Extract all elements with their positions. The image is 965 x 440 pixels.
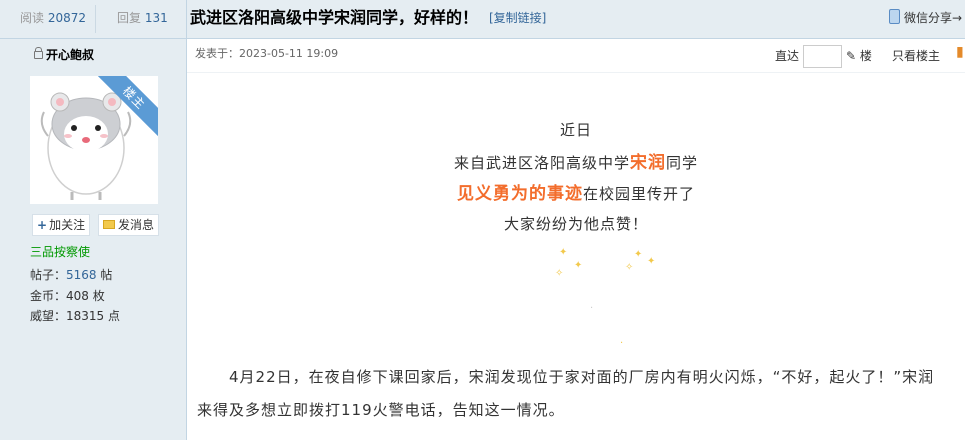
- post-line-2: 来自武进区洛阳高级中学宋润同学: [187, 148, 965, 173]
- highlight-deed: 见义勇为的事迹: [456, 184, 583, 204]
- sparkle-icon: ✦: [634, 249, 643, 260]
- post-text: 同学: [666, 154, 699, 172]
- divider: [187, 72, 965, 73]
- pen-icon: ✎: [846, 49, 857, 63]
- author-name: 开心鲍叔: [46, 48, 95, 62]
- stat-gold: 金币：408 枚: [30, 287, 105, 304]
- envelope-icon: [103, 220, 115, 229]
- sparkle-icon: ✧: [625, 262, 634, 273]
- stat-value: 18315: [66, 309, 105, 323]
- author-name-link[interactable]: 开心鲍叔: [34, 46, 94, 63]
- only-op-link[interactable]: 只看楼主: [892, 47, 940, 64]
- sparkle-icon: ✧: [555, 268, 564, 279]
- post-text: 来自武进区洛阳高级中学: [453, 154, 630, 172]
- copy-link-button[interactable]: [复制链接]: [489, 0, 546, 38]
- message-label: 发消息: [118, 218, 155, 232]
- stat-unit: 帖: [96, 268, 113, 282]
- message-button[interactable]: 发消息: [98, 214, 160, 236]
- post-line-4: 大家纷纷为他点赞！: [503, 215, 648, 233]
- views-label: 阅读: [20, 11, 45, 25]
- view-count: 阅读 20872: [20, 0, 86, 38]
- phone-icon: [889, 9, 900, 24]
- stat-posts: 帖子：5168 帖: [30, 266, 112, 283]
- stat-label: 威望：: [30, 309, 67, 323]
- stat-unit: 点: [104, 309, 121, 323]
- stat-value[interactable]: 5168: [66, 268, 97, 282]
- post-line-1: 近日: [559, 121, 592, 139]
- stat-prestige: 威望：18315 点: [30, 307, 120, 324]
- divider: [95, 5, 96, 33]
- sparkle-icon: ✦: [574, 260, 583, 271]
- user-rank[interactable]: 三品按察使: [30, 243, 90, 260]
- replies-number: 131: [144, 11, 168, 25]
- post-date: 发表于：2023-05-11 19:09: [195, 47, 339, 60]
- sparkle-icon: ✦: [647, 256, 656, 267]
- share-label: 微信分享→: [904, 11, 963, 25]
- avatar[interactable]: 楼主: [30, 76, 158, 204]
- author-sidebar: 开心鲍叔 楼主 + 加关注 发消息 三品按察使 帖子：5168 帖 金币：408…: [0, 39, 187, 440]
- post-text: 在校园里传开了: [582, 185, 695, 203]
- post-paragraph-1: 4月22日，在夜自修下课回家后，宋润发现位于家对面的厂房内有明火闪烁，“不好，起…: [229, 368, 935, 386]
- lock-icon: [34, 47, 43, 59]
- plus-icon: +: [37, 218, 48, 232]
- replies-label: 回复: [117, 11, 142, 25]
- sparkle-icon: ✦: [559, 247, 568, 258]
- post-line-3: 见义勇为的事迹在校园里传开了: [187, 179, 965, 204]
- divider: [186, 0, 187, 38]
- floor-label: 楼: [859, 49, 872, 63]
- stat-label: 金币：: [30, 289, 67, 303]
- follow-button[interactable]: + 加关注: [32, 214, 91, 236]
- goto-floor-input[interactable]: [803, 45, 842, 68]
- stat-value: 408: [66, 289, 89, 303]
- stat-label: 帖子：: [30, 268, 67, 282]
- views-number: 20872: [47, 11, 87, 25]
- goto-floor-button[interactable]: ✎ 楼: [846, 47, 872, 64]
- follow-label: 加关注: [49, 218, 86, 232]
- sparkle-icon: ·: [590, 303, 594, 314]
- goto-label: 直达: [775, 49, 800, 63]
- reply-count: 回复 131: [117, 0, 168, 38]
- thread-title: 武进区洛阳高级中学宋润同学，好样的！: [190, 8, 479, 27]
- thread-header: 阅读 20872 回复 131 武进区洛阳高级中学宋润同学，好样的！ [复制链接…: [0, 0, 965, 39]
- stat-unit: 枚: [88, 289, 105, 303]
- highlight-name: 宋润: [630, 153, 666, 173]
- print-icon[interactable]: ▮: [956, 44, 965, 60]
- sparkle-icon: ·: [620, 338, 624, 349]
- wechat-share-button[interactable]: 微信分享→: [889, 0, 962, 38]
- post-paragraph-2: 来得及多想立即拨打119火警电话，告知这一情况。: [197, 401, 565, 419]
